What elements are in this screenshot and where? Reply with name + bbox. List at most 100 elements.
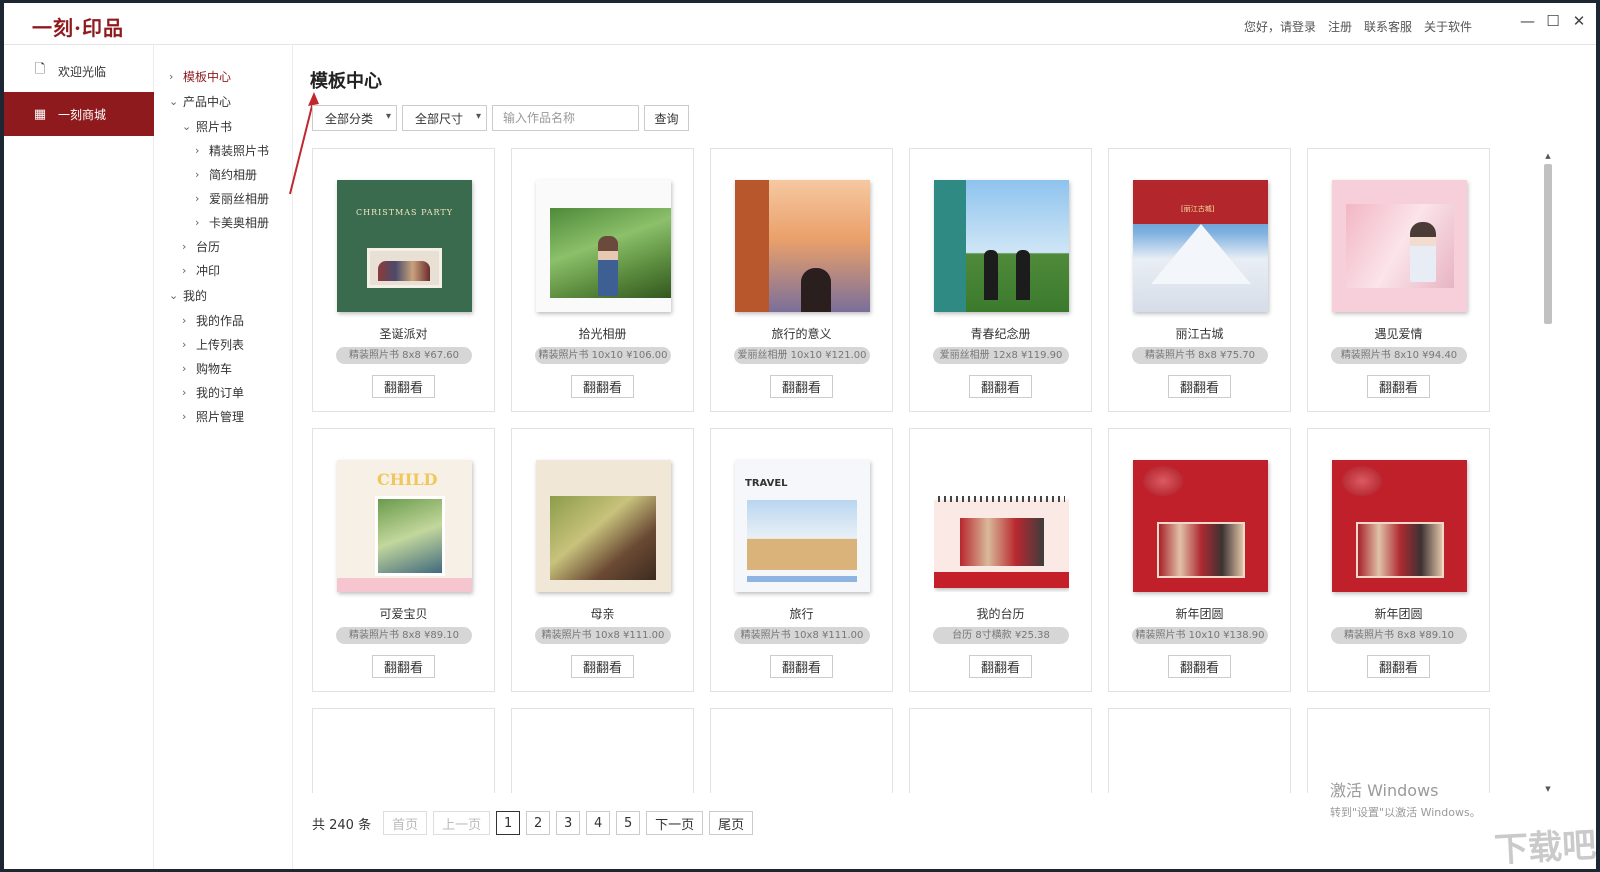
tree-label: 照片书 [196,120,233,134]
price-badge: 精装照片书 10x8 ¥111.00 [734,627,870,644]
preview-button[interactable]: 翻翻看 [571,655,634,678]
last-page-button[interactable]: 尾页 [709,811,754,835]
next-page-button[interactable]: 下一页 [646,811,704,835]
tree-template-center[interactable]: › 模板中心 [169,68,231,85]
cover-image[interactable] [1133,460,1268,592]
page-button[interactable]: 3 [556,811,581,835]
about-software-link[interactable]: 关于软件 [1424,18,1472,35]
template-card[interactable] [1108,708,1291,793]
template-card[interactable] [511,708,694,793]
preview-button[interactable]: 翻翻看 [770,375,833,398]
template-card[interactable]: 遇见爱情 精装照片书 8x10 ¥94.40 翻翻看 [1307,148,1490,412]
tree-print[interactable]: › 冲印 [182,262,220,279]
template-card[interactable]: 新年团圆 精装照片书 10x10 ¥138.90 翻翻看 [1108,428,1291,692]
tree-kamei-album[interactable]: › 卡美奥相册 [195,214,269,231]
preview-button[interactable]: 翻翻看 [372,375,435,398]
tree-label: 爱丽丝相册 [209,192,270,206]
preview-button[interactable]: 翻翻看 [770,655,833,678]
price-badge: 精装照片书 10x10 ¥106.00 [535,347,671,364]
cover-image[interactable] [934,460,1069,592]
tree-mine[interactable]: ⌄ 我的 [169,287,207,304]
cover-image[interactable] [934,180,1069,312]
tree-my-works[interactable]: › 我的作品 [182,312,244,329]
preview-button[interactable]: 翻翻看 [372,655,435,678]
template-grid: CHRISTMAS PARTY 圣诞派对 精装照片书 8x8 ¥67.60 翻翻… [312,148,1492,793]
search-input[interactable] [492,105,639,131]
template-card[interactable] [909,708,1092,793]
page-button[interactable]: 5 [616,811,641,835]
template-card[interactable]: 我的台历 台历 8寸横款 ¥25.38 翻翻看 [909,428,1092,692]
page-button[interactable]: 4 [586,811,611,835]
page-button[interactable]: 2 [526,811,551,835]
template-card[interactable]: 旅行的意义 爱丽丝相册 10x10 ¥121.00 翻翻看 [710,148,893,412]
template-card[interactable]: TRAVEL 旅行 精装照片书 10x8 ¥111.00 翻翻看 [710,428,893,692]
tree-photo-book[interactable]: ⌄ 照片书 [182,118,232,135]
tree-aili-album[interactable]: › 爱丽丝相册 [195,190,269,207]
category-tree: › 模板中心 ⌄ 产品中心 ⌄ 照片书 › 精装照片书 › 简约相册 › 爱丽丝相册 › 卡美… [155,45,293,869]
preview-button[interactable]: 翻翻看 [571,375,634,398]
pagination: 共 240 条 首页 上一页 1 2 3 4 5 下一页 尾页 [312,811,754,835]
nav-welcome[interactable]: 🗋 欢迎光临 [4,49,154,93]
close-icon[interactable]: ✕ [1572,12,1586,30]
template-card[interactable]: CHILD 可爱宝贝 精装照片书 8x8 ¥89.10 翻翻看 [312,428,495,692]
cover-title: TRAVEL [745,478,788,489]
scroll-up-icon[interactable]: ▲ [1542,150,1554,162]
tree-product-center[interactable]: ⌄ 产品中心 [169,93,231,110]
tree-label: 简约相册 [209,168,258,182]
tree-my-orders[interactable]: › 我的订单 [182,384,244,401]
cover-image[interactable] [536,460,671,592]
template-card[interactable]: 丽江古城 精装照片书 8x8 ¥75.70 翻翻看 [1108,148,1291,412]
cover-image[interactable] [1332,180,1467,312]
tree-calendar[interactable]: › 台历 [182,238,220,255]
preview-button[interactable]: 翻翻看 [1168,375,1231,398]
first-page-button[interactable]: 首页 [383,811,428,835]
app-window: 一刻·印品 您好，请登录 注册 联系客服 关于软件 — ☐ ✕ 🗋 欢迎光临 ▦… [4,3,1596,869]
template-card[interactable]: 青春纪念册 爱丽丝相册 12x8 ¥119.90 翻翻看 [909,148,1092,412]
template-name: 母亲 [590,607,615,621]
login-link[interactable]: 您好，请登录 [1244,18,1316,35]
tree-simple-album[interactable]: › 简约相册 [195,166,257,183]
template-card[interactable] [710,708,893,793]
preview-button[interactable]: 翻翻看 [969,655,1032,678]
tree-deluxe-book[interactable]: › 精装照片书 [195,142,269,159]
maximize-icon[interactable]: ☐ [1546,12,1560,30]
cover-image[interactable] [1133,180,1268,312]
preview-button[interactable]: 翻翻看 [1367,655,1430,678]
price-badge: 精装照片书 8x8 ¥89.10 [336,627,472,644]
minimize-icon[interactable]: — [1520,12,1535,30]
scroll-thumb[interactable] [1544,164,1552,324]
cover-image[interactable] [1332,460,1467,592]
template-card[interactable]: 母亲 精装照片书 10x8 ¥111.00 翻翻看 [511,428,694,692]
tree-upload-list[interactable]: › 上传列表 [182,336,244,353]
query-button[interactable]: 查询 [644,105,689,131]
preview-button[interactable]: 翻翻看 [1168,655,1231,678]
tree-label: 精装照片书 [209,144,270,158]
template-card[interactable] [312,708,495,793]
preview-button[interactable]: 翻翻看 [969,375,1032,398]
cover-image[interactable]: CHRISTMAS PARTY [337,180,472,312]
chevron-right-icon: › [182,410,187,423]
contact-support-link[interactable]: 联系客服 [1364,18,1412,35]
template-name: 旅行 [789,607,814,621]
category-select[interactable]: 全部分类 [312,105,397,131]
template-card[interactable]: 新年团圆 精装照片书 8x8 ¥89.10 翻翻看 [1307,428,1490,692]
template-card[interactable]: 拾光相册 精装照片书 10x10 ¥106.00 翻翻看 [511,148,694,412]
cover-image[interactable] [735,180,870,312]
tree-cart[interactable]: › 购物车 [182,360,232,377]
cover-image[interactable] [536,180,671,312]
tree-photo-manage[interactable]: › 照片管理 [182,408,244,425]
chevron-right-icon: › [195,168,200,181]
register-link[interactable]: 注册 [1328,18,1352,35]
cover-image[interactable]: CHILD [337,460,472,592]
grid-scrollbar[interactable]: ▲ ▼ [1542,150,1554,795]
tree-label: 产品中心 [183,95,232,109]
nav-mall[interactable]: ▦ 一刻商城 [4,92,154,136]
watermark-subtitle: 转到"设置"以激活 Windows。 [1330,806,1481,819]
preview-button[interactable]: 翻翻看 [1367,375,1430,398]
template-card[interactable]: CHRISTMAS PARTY 圣诞派对 精装照片书 8x8 ¥67.60 翻翻… [312,148,495,412]
prev-page-button[interactable]: 上一页 [433,811,491,835]
cover-image[interactable]: TRAVEL [735,460,870,592]
page-button[interactable]: 1 [496,811,521,835]
size-select[interactable]: 全部尺寸 [402,105,487,131]
scroll-down-icon[interactable]: ▼ [1542,783,1554,795]
